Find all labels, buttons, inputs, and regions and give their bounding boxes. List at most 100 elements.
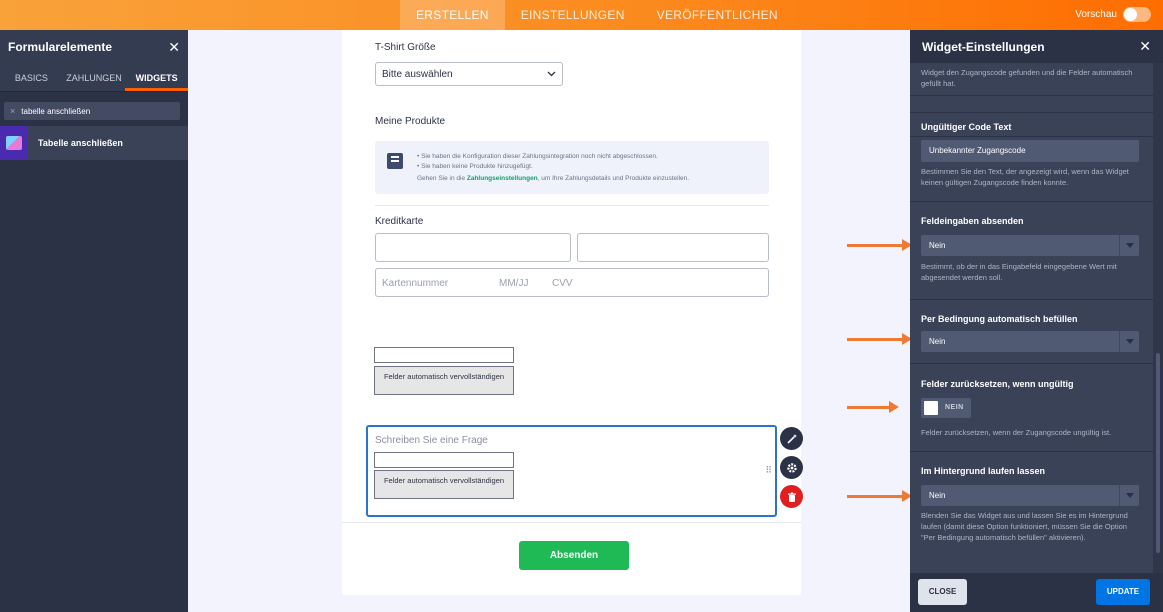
section-desc: Bestimmt, ob der in das Eingabefeld eing… (921, 262, 1117, 282)
card-expiry-placeholder: MM/JJ (499, 278, 529, 289)
access-code-input[interactable] (374, 347, 514, 363)
annotation-arrow (847, 490, 912, 502)
drag-handle-icon[interactable]: ⠿ (765, 465, 772, 476)
clear-search-icon[interactable]: × (10, 106, 15, 116)
chevron-down-icon (1119, 235, 1139, 256)
section-heading: Ungültiger Code Text (921, 122, 1012, 132)
payment-notice: • Sie haben die Konfiguration dieser Zah… (375, 141, 769, 194)
tab-erstellen[interactable]: ERSTELLEN (400, 0, 505, 30)
settings-button[interactable] (780, 456, 803, 479)
section-desc: Bestimmen Sie den Text, der angezeigt wi… (921, 167, 1129, 187)
toggle-label: NEIN (945, 404, 964, 411)
tab-veroeffentlichen[interactable]: VERÖFFENTLICHEN (641, 0, 794, 30)
tshirt-size-value: Bitte auswählen (382, 68, 453, 80)
section-heading: Feldeingaben absenden (921, 216, 1024, 226)
widget-search-input[interactable]: × tabelle anschließen (4, 102, 180, 120)
form-canvas: T-Shirt Größe Bitte auswählen Meine Prod… (188, 30, 910, 612)
submit-divider (342, 522, 801, 523)
settings-section-invalid-code: Ungültiger Code Text Unbekannter Zugangs… (910, 112, 1153, 202)
wand-button[interactable] (780, 427, 803, 450)
settings-section-submit-inputs: Feldeingaben absenden Nein Bestimmt, ob … (910, 202, 1153, 300)
section-heading: Per Bedingung automatisch befüllen (921, 314, 1078, 324)
left-panel-title: Formularelemente (8, 40, 113, 54)
delete-button[interactable] (780, 485, 803, 508)
close-button[interactable]: CLOSE (918, 579, 967, 605)
conditional-autofill-select[interactable]: Nein (921, 331, 1139, 352)
select-value: Nein (929, 337, 946, 346)
trash-icon (787, 492, 796, 502)
tshirt-size-label: T-Shirt Größe (375, 42, 436, 53)
submit-inputs-select[interactable]: Nein (921, 235, 1139, 256)
notice-line-3: Gehen Sie in die Zahlungseinstellungen, … (417, 175, 689, 182)
form-page: T-Shirt Größe Bitte auswählen Meine Prod… (342, 30, 801, 595)
widget-search-value: tabelle anschließen (21, 106, 91, 116)
settings-scroll-area[interactable]: Widget den Zugangscode gefunden und die … (910, 63, 1153, 573)
card-number-placeholder: Kartennummer (382, 278, 449, 289)
section-desc: Blenden Sie das Widget aus und lassen Si… (921, 511, 1128, 542)
credit-card-label: Kreditkarte (375, 216, 424, 227)
autofill-button-2[interactable]: Felder automatisch vervollständigen (374, 470, 514, 499)
card-first-name-input[interactable] (375, 233, 571, 262)
settings-scrollbar[interactable] (1153, 63, 1163, 573)
payment-settings-link[interactable]: Zahlungseinstellungen (467, 175, 538, 182)
card-last-name-input[interactable] (577, 233, 769, 262)
notice-prefix: Gehen Sie in die (417, 175, 467, 182)
right-panel-footer: CLOSE UPDATE (910, 573, 1163, 612)
widget-settings-panel: Widget-Einstellungen ✕ Widget den Zugang… (910, 30, 1163, 612)
notice-line-2: • Sie haben keine Produkte hinzugefügt. (417, 163, 533, 170)
submit-button[interactable]: Absenden (519, 541, 629, 570)
products-label: Meine Produkte (375, 116, 446, 127)
autofill-button[interactable]: Felder automatisch vervollständigen (374, 366, 514, 395)
annotation-arrow (847, 401, 899, 413)
preview-control: Vorschau (1075, 7, 1151, 22)
settings-section-top: Widget den Zugangscode gefunden und die … (910, 63, 1153, 96)
widget-result-label: Tabelle anschließen (38, 138, 123, 148)
divider (375, 205, 769, 206)
list-icon (387, 153, 403, 169)
annotation-arrow (847, 333, 912, 345)
section-heading: Felder zurücksetzen, wenn ungültig (921, 379, 1074, 389)
select-value: Nein (929, 241, 946, 250)
access-code-input-2[interactable] (374, 452, 514, 468)
settings-section-background: Im Hintergrund laufen lassen Nein Blende… (910, 452, 1153, 573)
toggle-knob (924, 401, 938, 415)
chevron-down-icon (547, 69, 556, 80)
card-cvv-placeholder: CVV (552, 278, 573, 289)
update-button[interactable]: UPDATE (1096, 579, 1150, 605)
main-nav: ERSTELLEN EINSTELLUNGEN VERÖFFENTLICHEN (400, 0, 794, 30)
tab-basics[interactable]: BASICS (0, 64, 63, 91)
magic-wand-icon (786, 433, 797, 444)
chevron-down-icon (1119, 485, 1139, 506)
settings-section-conditional-autofill: Per Bedingung automatisch befüllen Nein (910, 300, 1153, 364)
close-icon[interactable]: ✕ (1139, 38, 1151, 55)
section-desc: Felder zurücksetzen, wenn der Zugangscod… (921, 428, 1112, 437)
left-panel-tabs: BASICS ZAHLUNGEN WIDGETS (0, 64, 189, 92)
select-value: Nein (929, 491, 946, 500)
preview-label: Vorschau (1075, 9, 1117, 20)
tab-einstellungen[interactable]: EINSTELLUNGEN (505, 0, 641, 30)
scrollbar-thumb[interactable] (1156, 353, 1160, 553)
question-placeholder[interactable]: Schreiben Sie eine Frage (375, 435, 488, 446)
section-desc: Widget den Zugangscode gefunden und die … (921, 68, 1133, 88)
notice-line-1: • Sie haben die Konfiguration dieser Zah… (417, 153, 658, 160)
gear-icon (786, 462, 797, 473)
invalid-code-text-input[interactable]: Unbekannter Zugangscode (921, 140, 1139, 162)
tshirt-size-select[interactable]: Bitte auswählen (375, 62, 563, 86)
tab-widgets[interactable]: WIDGETS (125, 64, 189, 91)
right-panel-title: Widget-Einstellungen (922, 39, 1045, 54)
chevron-down-icon (1119, 331, 1139, 352)
widget-result-item[interactable]: Tabelle anschließen (0, 126, 188, 160)
settings-section-reset-fields: Felder zurücksetzen, wenn ungültig NEIN … (910, 364, 1153, 452)
left-panel-header: Formularelemente ✕ (0, 30, 188, 64)
card-details-input[interactable]: Kartennummer MM/JJ CVV (375, 268, 769, 297)
section-heading: Im Hintergrund laufen lassen (921, 466, 1046, 476)
notice-suffix: , um Ihre Zahlungsdetails und Produkte e… (537, 175, 690, 182)
table-widget-icon (0, 126, 28, 160)
top-bar: ERSTELLEN EINSTELLUNGEN VERÖFFENTLICHEN … (0, 0, 1163, 30)
close-icon[interactable]: ✕ (168, 39, 180, 56)
tab-zahlungen[interactable]: ZAHLUNGEN (63, 64, 126, 91)
background-run-select[interactable]: Nein (921, 485, 1139, 506)
annotation-arrow (847, 239, 912, 251)
reset-fields-toggle[interactable]: NEIN (921, 398, 971, 418)
preview-toggle[interactable] (1123, 7, 1151, 22)
